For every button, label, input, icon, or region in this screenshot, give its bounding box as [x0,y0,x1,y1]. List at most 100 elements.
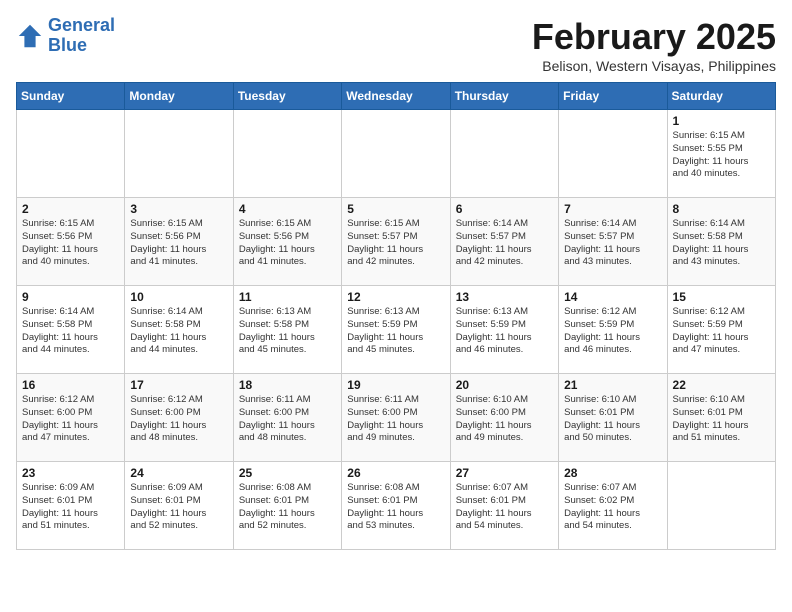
calendar-header-row: SundayMondayTuesdayWednesdayThursdayFrid… [17,83,776,110]
calendar-cell: 2 Sunrise: 6:15 AM Sunset: 5:56 PM Daylig… [17,198,125,286]
calendar-cell: 8 Sunrise: 6:14 AM Sunset: 5:58 PM Daylig… [667,198,775,286]
day-info: Sunrise: 6:10 AM Sunset: 6:01 PM Dayligh… [564,394,661,445]
day-number: 28 [564,466,661,480]
calendar-cell: 20Sunrise: 6:10 AM Sunset: 6:00 PM Dayli… [450,374,558,462]
calendar-cell [342,110,450,198]
day-number: 1 [673,114,770,128]
calendar-cell: 12 Sunrise: 6:13 AM Sunset: 5:59 PM Dayli… [342,286,450,374]
day-number: 15 [673,290,770,304]
day-number: 23 [22,466,119,480]
day-info: Sunrise: 6:07 AM Sunset: 6:01 PM Dayligh… [456,482,553,533]
calendar-cell: 25 Sunrise: 6:08 AM Sunset: 6:01 PM Dayli… [233,462,341,550]
day-number: 18 [239,378,336,392]
calendar-header-wednesday: Wednesday [342,83,450,110]
page-header: General Blue February 2025 Belison, West… [16,16,776,74]
calendar-cell: 11Sunrise: 6:13 AM Sunset: 5:58 PM Dayli… [233,286,341,374]
day-number: 27 [456,466,553,480]
title-area: February 2025 Belison, Western Visayas, … [532,16,776,74]
day-info: Sunrise: 6:13 AM Sunset: 5:59 PM Dayligh… [347,306,444,357]
calendar-cell: 26 Sunrise: 6:08 AM Sunset: 6:01 PM Dayli… [342,462,450,550]
calendar-week-row: 1 Sunrise: 6:15 AM Sunset: 5:55 PM Daylig… [17,110,776,198]
day-number: 26 [347,466,444,480]
day-number: 24 [130,466,227,480]
day-number: 4 [239,202,336,216]
day-info: Sunrise: 6:12 AM Sunset: 6:00 PM Dayligh… [130,394,227,445]
logo: General Blue [16,16,115,56]
calendar-cell [233,110,341,198]
calendar-header-sunday: Sunday [17,83,125,110]
day-number: 6 [456,202,553,216]
calendar-header-tuesday: Tuesday [233,83,341,110]
calendar-header-saturday: Saturday [667,83,775,110]
day-info: Sunrise: 6:12 AM Sunset: 6:00 PM Dayligh… [22,394,119,445]
day-number: 12 [347,290,444,304]
day-info: Sunrise: 6:07 AM Sunset: 6:02 PM Dayligh… [564,482,661,533]
day-number: 16 [22,378,119,392]
logo-icon [16,22,44,50]
calendar-cell: 24 Sunrise: 6:09 AM Sunset: 6:01 PM Dayli… [125,462,233,550]
day-info: Sunrise: 6:15 AM Sunset: 5:56 PM Dayligh… [22,218,119,269]
calendar-cell: 13 Sunrise: 6:13 AM Sunset: 5:59 PM Dayli… [450,286,558,374]
day-info: Sunrise: 6:11 AM Sunset: 6:00 PM Dayligh… [239,394,336,445]
day-info: Sunrise: 6:15 AM Sunset: 5:57 PM Dayligh… [347,218,444,269]
calendar-cell: 10 Sunrise: 6:14 AM Sunset: 5:58 PM Dayli… [125,286,233,374]
calendar-cell: 1 Sunrise: 6:15 AM Sunset: 5:55 PM Daylig… [667,110,775,198]
calendar-cell: 15 Sunrise: 6:12 AM Sunset: 5:59 PM Dayli… [667,286,775,374]
day-number: 7 [564,202,661,216]
day-info: Sunrise: 6:09 AM Sunset: 6:01 PM Dayligh… [22,482,119,533]
calendar-week-row: 23 Sunrise: 6:09 AM Sunset: 6:01 PM Dayli… [17,462,776,550]
calendar-header-monday: Monday [125,83,233,110]
calendar-cell [450,110,558,198]
day-info: Sunrise: 6:12 AM Sunset: 5:59 PM Dayligh… [564,306,661,357]
calendar-header-friday: Friday [559,83,667,110]
day-number: 5 [347,202,444,216]
day-number: 8 [673,202,770,216]
location: Belison, Western Visayas, Philippines [532,58,776,74]
calendar-table: SundayMondayTuesdayWednesdayThursdayFrid… [16,82,776,550]
day-info: Sunrise: 6:09 AM Sunset: 6:01 PM Dayligh… [130,482,227,533]
calendar-cell: 18 Sunrise: 6:11 AM Sunset: 6:00 PM Dayli… [233,374,341,462]
day-info: Sunrise: 6:12 AM Sunset: 5:59 PM Dayligh… [673,306,770,357]
day-number: 22 [673,378,770,392]
day-info: Sunrise: 6:14 AM Sunset: 5:57 PM Dayligh… [564,218,661,269]
day-info: Sunrise: 6:15 AM Sunset: 5:56 PM Dayligh… [239,218,336,269]
calendar-cell: 6 Sunrise: 6:14 AM Sunset: 5:57 PM Daylig… [450,198,558,286]
day-info: Sunrise: 6:15 AM Sunset: 5:56 PM Dayligh… [130,218,227,269]
calendar-cell: 27 Sunrise: 6:07 AM Sunset: 6:01 PM Dayli… [450,462,558,550]
day-number: 25 [239,466,336,480]
calendar-cell: 7 Sunrise: 6:14 AM Sunset: 5:57 PM Daylig… [559,198,667,286]
day-info: Sunrise: 6:15 AM Sunset: 5:55 PM Dayligh… [673,130,770,181]
day-number: 13 [456,290,553,304]
day-info: Sunrise: 6:08 AM Sunset: 6:01 PM Dayligh… [239,482,336,533]
calendar-cell: 9 Sunrise: 6:14 AM Sunset: 5:58 PM Daylig… [17,286,125,374]
day-info: Sunrise: 6:14 AM Sunset: 5:57 PM Dayligh… [456,218,553,269]
day-info: Sunrise: 6:14 AM Sunset: 5:58 PM Dayligh… [130,306,227,357]
day-number: 9 [22,290,119,304]
calendar-cell: 3 Sunrise: 6:15 AM Sunset: 5:56 PM Daylig… [125,198,233,286]
day-number: 14 [564,290,661,304]
calendar-cell: 4 Sunrise: 6:15 AM Sunset: 5:56 PM Daylig… [233,198,341,286]
day-info: Sunrise: 6:10 AM Sunset: 6:00 PM Dayligh… [456,394,553,445]
day-number: 17 [130,378,227,392]
day-info: Sunrise: 6:14 AM Sunset: 5:58 PM Dayligh… [673,218,770,269]
day-number: 19 [347,378,444,392]
calendar-cell: 5 Sunrise: 6:15 AM Sunset: 5:57 PM Daylig… [342,198,450,286]
day-info: Sunrise: 6:08 AM Sunset: 6:01 PM Dayligh… [347,482,444,533]
day-number: 2 [22,202,119,216]
month-title: February 2025 [532,16,776,58]
day-info: Sunrise: 6:14 AM Sunset: 5:58 PM Dayligh… [22,306,119,357]
day-number: 3 [130,202,227,216]
day-number: 11 [239,290,336,304]
day-number: 10 [130,290,227,304]
day-info: Sunrise: 6:10 AM Sunset: 6:01 PM Dayligh… [673,394,770,445]
calendar-cell [17,110,125,198]
calendar-cell: 28 Sunrise: 6:07 AM Sunset: 6:02 PM Dayli… [559,462,667,550]
calendar-week-row: 16 Sunrise: 6:12 AM Sunset: 6:00 PM Dayli… [17,374,776,462]
day-info: Sunrise: 6:13 AM Sunset: 5:59 PM Dayligh… [456,306,553,357]
calendar-cell: 19Sunrise: 6:11 AM Sunset: 6:00 PM Dayli… [342,374,450,462]
calendar-header-thursday: Thursday [450,83,558,110]
calendar-cell [559,110,667,198]
logo-text: General Blue [48,16,115,56]
calendar-cell: 23 Sunrise: 6:09 AM Sunset: 6:01 PM Dayli… [17,462,125,550]
calendar-cell [667,462,775,550]
